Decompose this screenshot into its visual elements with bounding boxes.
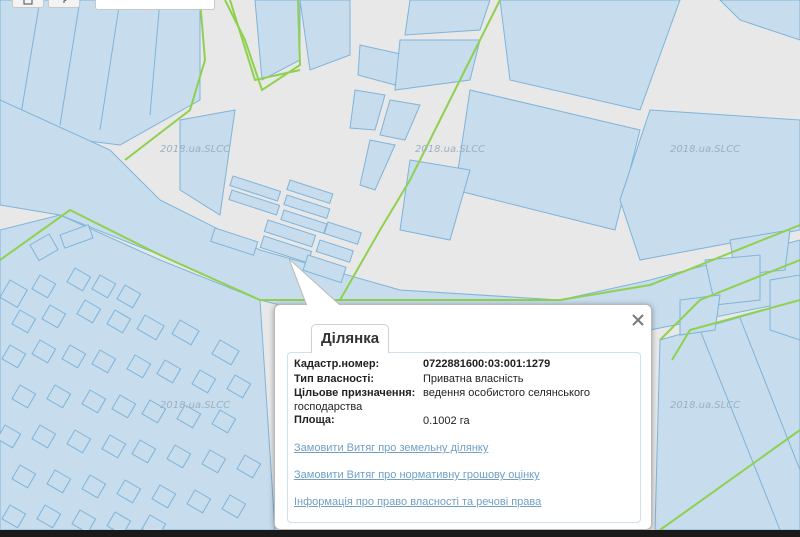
watermark-text: 2018.ua.SLCC <box>670 400 740 411</box>
cadastral-value: 0722881600:03:001:1279 <box>423 358 551 370</box>
order-valuation-extract-link[interactable]: Замовити Витяг про нормативну грошову оц… <box>294 469 540 481</box>
print-button[interactable] <box>12 0 44 8</box>
purpose-value-continued: господарства <box>294 401 363 413</box>
purpose-value: ведення особистого селянського <box>423 387 590 399</box>
watermark-text: 2018.ua.SLCC <box>160 144 230 155</box>
area-value: 0.1002 га <box>423 415 470 427</box>
print-icon <box>23 0 33 5</box>
search-input[interactable] <box>95 0 215 10</box>
help-icon <box>63 0 67 3</box>
help-button[interactable] <box>48 0 80 8</box>
tab-parcel[interactable]: Ділянка <box>311 324 390 353</box>
watermark-text: 2018.ua.SLCC <box>670 144 740 155</box>
close-icon[interactable] <box>629 311 647 329</box>
parcel-details-panel: Кадастр.номер: 0722881600:03:001:1279 Ти… <box>287 352 641 523</box>
ownership-label: Тип власності: <box>294 373 375 385</box>
bottom-bar <box>0 530 800 537</box>
purpose-label: Цільове призначення: <box>294 387 416 399</box>
watermark-text: 2018.ua.SLCC <box>160 400 230 411</box>
area-label: Площа: <box>294 414 335 426</box>
ownership-info-link[interactable]: Інформація про право власності та речові… <box>294 496 541 508</box>
order-land-extract-link[interactable]: Замовити Витяг про земельну ділянку <box>294 442 488 454</box>
ownership-value: Приватна власність <box>423 373 524 385</box>
parcel-info-popup: Ділянка Кадастр.номер: 0722881600:03:001… <box>274 259 652 530</box>
popup-pointer <box>289 259 343 308</box>
watermark-text: 2018.ua.SLCC <box>415 144 485 155</box>
cadastral-label: Кадастр.номер: <box>294 358 380 370</box>
